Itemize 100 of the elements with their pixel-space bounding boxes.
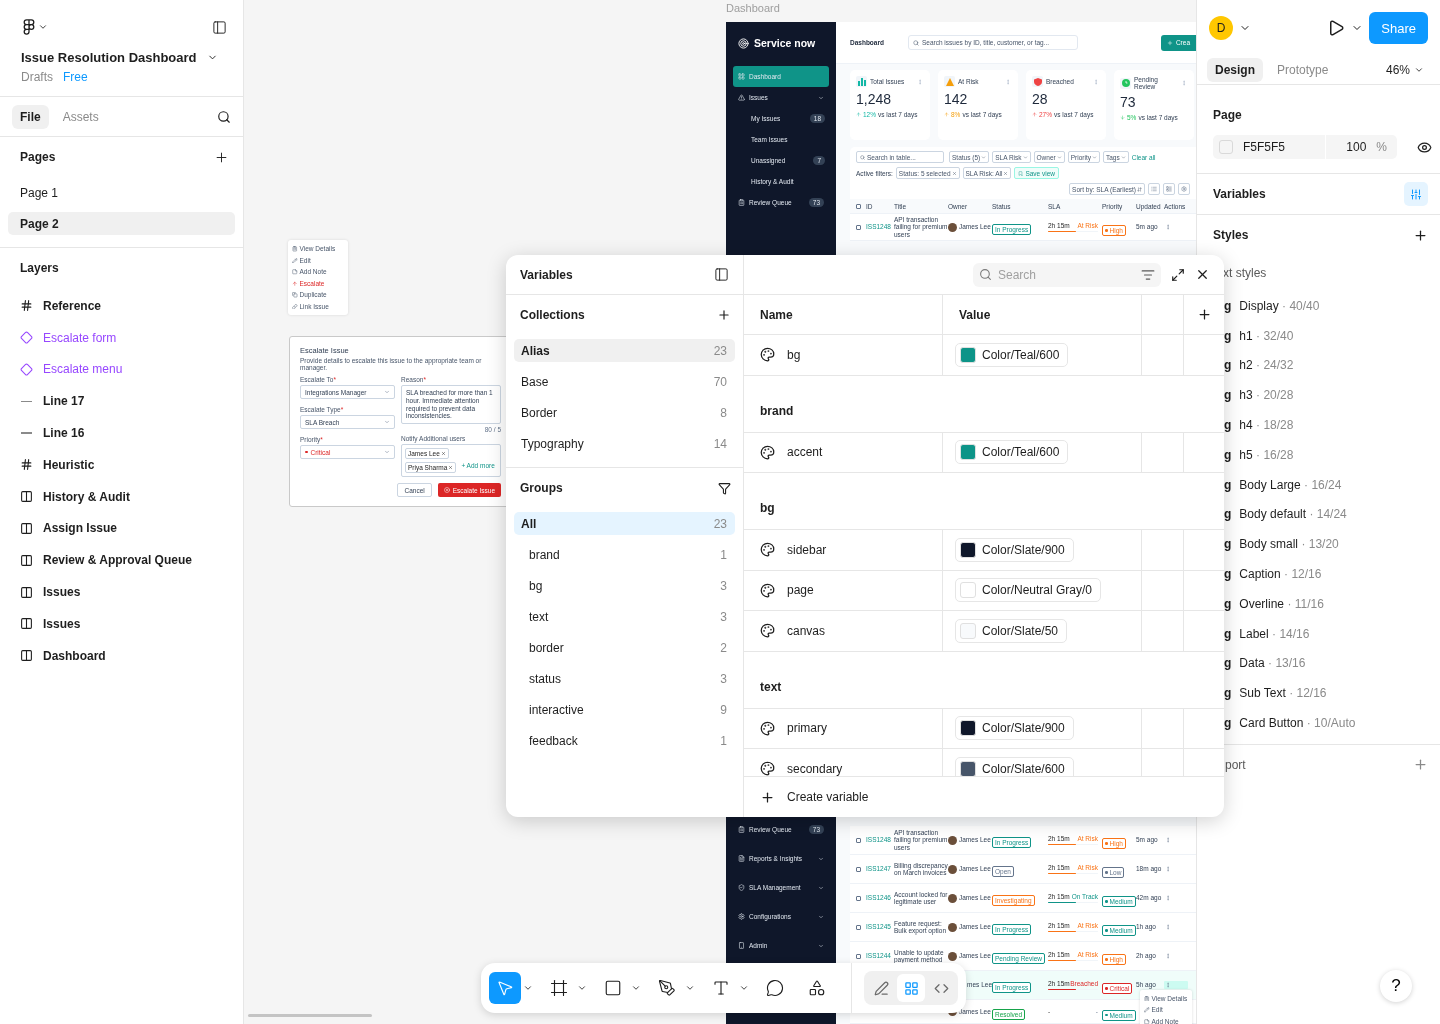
variable-row[interactable]: canvas Color/Slate/50 <box>744 611 1224 652</box>
mode-button[interactable] <box>897 974 925 1002</box>
checkbox[interactable] <box>856 203 861 209</box>
layer-item[interactable]: Escalate form <box>0 321 243 354</box>
group-item[interactable]: feedback 1 <box>514 729 735 752</box>
color-field[interactable]: F5F5F5 100 % <box>1213 135 1397 159</box>
expand-icon[interactable] <box>1171 267 1185 282</box>
color-value[interactable]: Color/Slate/600 <box>955 756 1074 776</box>
eye-icon[interactable] <box>1417 139 1432 155</box>
pencil-icon <box>292 257 298 263</box>
circle-x-icon <box>443 487 450 494</box>
variable-row[interactable]: bg Color/Teal/600 <box>744 335 1224 376</box>
collection-item[interactable]: Base 70 <box>514 370 735 393</box>
layer-item[interactable]: Line 17 <box>0 385 243 418</box>
search-icon[interactable] <box>217 109 231 124</box>
group-item[interactable]: interactive 9 <box>514 698 735 721</box>
checkbox[interactable] <box>856 924 861 930</box>
design-icon <box>903 980 919 996</box>
filter-icon[interactable] <box>718 481 731 495</box>
variable-row[interactable]: sidebar Color/Slate/900 <box>744 530 1224 571</box>
caret-icon[interactable] <box>685 983 695 993</box>
chevron-icon <box>384 449 390 455</box>
palette-icon <box>760 444 775 460</box>
checkbox[interactable] <box>856 866 861 872</box>
variables-button[interactable] <box>1404 182 1428 206</box>
group-item[interactable]: brand 1 <box>514 543 735 566</box>
caret-icon[interactable] <box>1414 65 1424 75</box>
color-value[interactable]: Color/Slate/50 <box>955 618 1068 643</box>
chevron-icon <box>1120 154 1126 160</box>
close-icon[interactable] <box>1195 267 1210 282</box>
add-icon[interactable] <box>1413 227 1428 243</box>
layer-item[interactable]: Issues <box>0 607 243 640</box>
checkbox[interactable] <box>856 895 861 901</box>
scrollbar[interactable] <box>248 1014 372 1017</box>
grid-icon <box>738 73 745 80</box>
variable-row[interactable]: primary Color/Slate/900 <box>744 708 1224 749</box>
group-item[interactable]: border 2 <box>514 636 735 659</box>
search-icon <box>860 154 865 160</box>
component-icon <box>20 363 33 376</box>
add-icon[interactable] <box>1196 307 1212 322</box>
frame-icon <box>20 458 33 472</box>
group-item[interactable]: status 3 <box>514 667 735 690</box>
panel-tab[interactable]: File <box>12 104 49 129</box>
color-value[interactable]: Color/Teal/600 <box>955 342 1069 367</box>
collection-item[interactable]: Typography 14 <box>514 432 735 455</box>
layer-item[interactable]: Review & Approval Queue <box>0 544 243 577</box>
collection-item[interactable]: Alias 23 <box>514 339 735 362</box>
sidebar-toggle-icon[interactable] <box>212 19 227 35</box>
sidebar-toggle-icon[interactable] <box>714 267 729 282</box>
layer-item[interactable]: History & Audit <box>0 480 243 513</box>
layer-item[interactable]: Issues <box>0 576 243 608</box>
color-value[interactable]: Color/Slate/900 <box>955 716 1074 741</box>
layer-item[interactable]: Heuristic <box>0 449 243 481</box>
file-title[interactable]: Issue Resolution Dashboard <box>21 50 197 65</box>
layer-item[interactable]: Assign Issue <box>0 512 243 545</box>
phone-icon <box>738 942 745 949</box>
checkbox[interactable] <box>856 837 861 843</box>
layer-item[interactable]: Dashboard <box>0 639 243 672</box>
caret-icon[interactable] <box>523 983 533 993</box>
plus-icon <box>760 789 775 805</box>
group-item[interactable]: All 23 <box>514 512 735 535</box>
project-name: Drafts <box>21 70 53 84</box>
checkbox[interactable] <box>856 953 861 959</box>
page-item[interactable]: Page 2 <box>8 212 235 235</box>
add-icon[interactable] <box>214 149 229 165</box>
collection-item[interactable]: Border 8 <box>514 401 735 424</box>
variable-row[interactable]: secondary Color/Slate/600 <box>744 749 1224 776</box>
variable-row[interactable]: accent Color/Teal/600 <box>744 432 1224 473</box>
color-value[interactable]: Color/Teal/600 <box>955 440 1069 465</box>
section-title: Styles <box>1213 228 1249 242</box>
draw-icon <box>873 980 889 996</box>
panel-tab[interactable]: Assets <box>54 104 107 129</box>
chevron-icon <box>981 154 987 160</box>
panel-tab[interactable]: Prototype <box>1269 58 1337 82</box>
shapes-icon <box>808 979 826 997</box>
variable-name: bg <box>787 347 801 362</box>
panel-tab[interactable]: Design <box>1207 58 1263 82</box>
layer-item[interactable]: Reference <box>0 290 243 322</box>
layer-item[interactable]: Line 16 <box>0 417 243 449</box>
brand-name: Service now <box>754 37 816 49</box>
checkbox[interactable] <box>856 224 861 230</box>
page-item[interactable]: Page 1 <box>8 181 235 204</box>
line-icon <box>21 400 32 403</box>
color-value[interactable]: Color/Slate/900 <box>955 537 1074 562</box>
group-item[interactable]: text 3 <box>514 605 735 628</box>
user-avatar[interactable]: D <box>1209 16 1233 40</box>
caret-icon[interactable] <box>577 983 587 993</box>
zoom-level[interactable]: 46% <box>1385 63 1410 77</box>
layer-item[interactable]: Escalate menu <box>0 353 243 386</box>
caret-icon[interactable] <box>739 983 749 993</box>
create-variable-button[interactable]: Create variable <box>744 776 1224 817</box>
palette-icon <box>760 623 775 639</box>
color-value[interactable]: Color/Neutral Gray/0 <box>955 578 1102 603</box>
document-icon <box>738 855 745 862</box>
group-item[interactable]: bg 3 <box>514 574 735 597</box>
variable-row[interactable]: page Color/Neutral Gray/0 <box>744 570 1224 611</box>
clipboard-icon <box>1144 995 1150 1001</box>
caret-icon[interactable] <box>631 983 641 993</box>
present-icon[interactable] <box>1327 19 1346 37</box>
status-dot <box>305 450 308 454</box>
